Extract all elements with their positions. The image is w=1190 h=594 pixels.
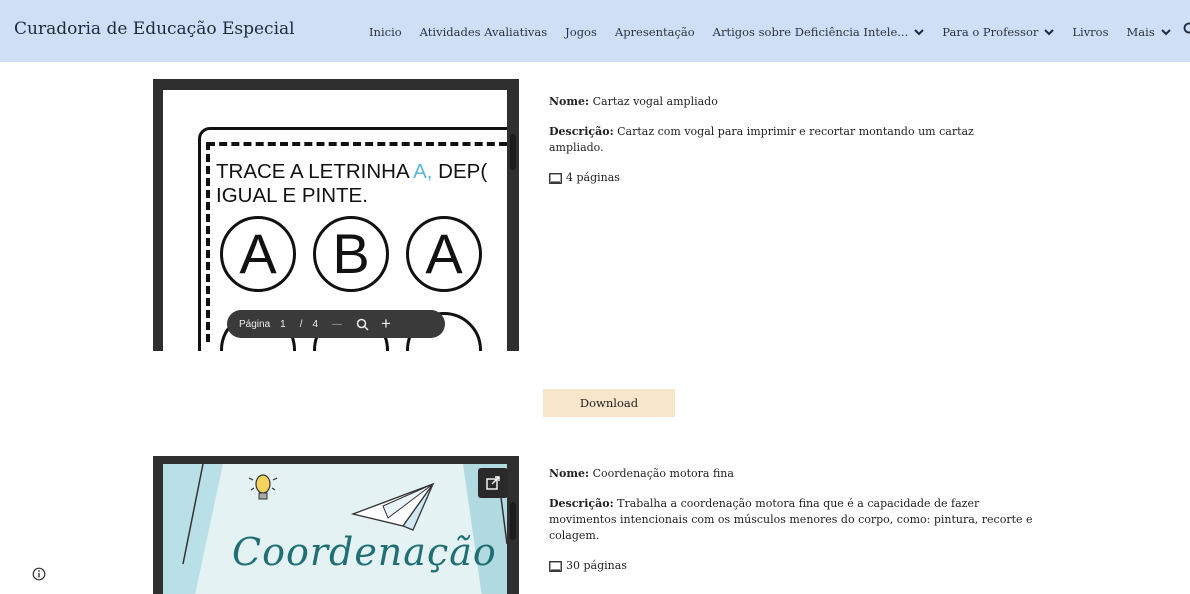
item-name-row: Nome: Cartaz vogal ampliado — [549, 94, 1019, 110]
nav-item-label: Artigos sobre Deficiência Intele... — [712, 25, 909, 39]
nav-item-para-o-professor[interactable]: Para o Professor — [942, 25, 1055, 39]
nav-item-label: Inicio — [369, 25, 402, 39]
instruction-text: IGUAL E PINTE. — [216, 184, 368, 207]
chevron-down-icon — [914, 28, 924, 35]
cover-title: Coordenação — [232, 530, 497, 574]
open-in-new-window-button[interactable] — [478, 468, 508, 498]
nav-item-atividades-avaliativas[interactable]: Atividades Avaliativas — [420, 25, 547, 39]
instruction-highlight: A, — [413, 160, 433, 183]
description-label: Descrição: — [549, 497, 614, 510]
pdf-page: TRACE A LETRINHA A, DEP( IGUAL E PINTE. … — [163, 90, 507, 351]
page-count-row: 4 páginas — [549, 170, 1019, 186]
zoom-out-button[interactable]: — — [332, 319, 342, 330]
letter: A — [239, 222, 277, 285]
zoom-icon[interactable] — [356, 318, 369, 331]
page-label: Página — [239, 318, 271, 330]
nav-item-artigos[interactable]: Artigos sobre Deficiência Intele... — [713, 25, 925, 39]
page-count: 4 páginas — [566, 171, 620, 184]
nav-item-inicio[interactable]: Inicio — [369, 25, 402, 39]
worksheet-instructions: TRACE A LETRINHA A, DEP( IGUAL E PINTE. — [216, 160, 487, 208]
cover-illustration — [163, 464, 507, 594]
instruction-text: TRACE A LETRINHA — [216, 160, 414, 183]
item-name-row: Nome: Coordenação motora fina — [549, 466, 1019, 482]
nav-item-mais[interactable]: Mais — [1127, 25, 1171, 39]
item-description-row: Descrição: Cartaz com vogal para imprimi… — [549, 124, 989, 156]
pdf-page-toolbar: Página 1 / 4 — + — [227, 310, 445, 338]
zoom-in-button[interactable]: + — [381, 314, 391, 334]
nav-item-livros[interactable]: Livros — [1072, 25, 1108, 39]
viewer-scrollbar[interactable] — [510, 134, 516, 170]
page-count: 30 páginas — [566, 559, 627, 572]
description-label: Descrição: — [549, 125, 614, 138]
download-button[interactable]: Download — [543, 389, 675, 417]
item-name: Coordenação motora fina — [592, 467, 734, 480]
instruction-text: DEP( — [432, 160, 488, 183]
name-label: Nome: — [549, 467, 590, 480]
info-icon[interactable] — [32, 567, 46, 581]
page-separator: / — [299, 318, 303, 330]
nav-item-label: Apresentação — [614, 25, 695, 39]
nav-item-label: Livros — [1072, 25, 1109, 39]
nav-item-jogos[interactable]: Jogos — [565, 25, 597, 39]
item-description-row: Descrição: Trabalha a coordenação motora… — [549, 496, 1049, 544]
nav-item-apresentacao[interactable]: Apresentação — [615, 25, 695, 39]
dashed-line-left — [206, 142, 210, 342]
nav-menu: Inicio Atividades Avaliativas Jogos Apre… — [369, 25, 1189, 39]
current-page-input[interactable]: 1 — [280, 319, 286, 330]
nav-item-label: Atividades Avaliativas — [419, 25, 548, 39]
nav-item-label: Jogos — [565, 25, 597, 39]
letter-circle: B — [313, 216, 389, 292]
name-label: Nome: — [549, 95, 590, 108]
chevron-down-icon — [1161, 28, 1171, 35]
item-name: Cartaz vogal ampliado — [592, 95, 718, 108]
viewer-scrollbar[interactable] — [510, 502, 516, 540]
letter: A — [425, 222, 463, 285]
search-icon[interactable] — [1183, 22, 1190, 38]
site-title[interactable]: Curadoria de Educação Especial — [14, 19, 295, 39]
nav-item-label: Para o Professor — [942, 25, 1039, 39]
book-icon — [549, 172, 562, 184]
pdf-viewer-cartaz[interactable]: TRACE A LETRINHA A, DEP( IGUAL E PINTE. … — [153, 79, 519, 351]
letter-circle: A — [220, 216, 296, 292]
item-info-cartaz: Nome: Cartaz vogal ampliado Descrição: C… — [549, 94, 1019, 186]
nav-item-label: Mais — [1126, 25, 1155, 39]
page-count-row: 30 páginas — [549, 558, 1019, 574]
item-description: Trabalha a coordenação motora fina que é… — [549, 497, 1033, 542]
dashed-line-top — [207, 142, 507, 146]
top-navigation-bar: Curadoria de Educação Especial Inicio At… — [0, 0, 1190, 62]
letter-circle: A — [406, 216, 482, 292]
total-pages: 4 — [312, 318, 319, 330]
pdf-cover-page — [163, 464, 507, 594]
chevron-down-icon — [1044, 28, 1055, 35]
external-link-icon — [486, 476, 500, 490]
book-icon — [549, 560, 562, 572]
letter: B — [332, 222, 370, 285]
item-info-coordenacao: Nome: Coordenação motora fina Descrição:… — [549, 466, 1033, 574]
